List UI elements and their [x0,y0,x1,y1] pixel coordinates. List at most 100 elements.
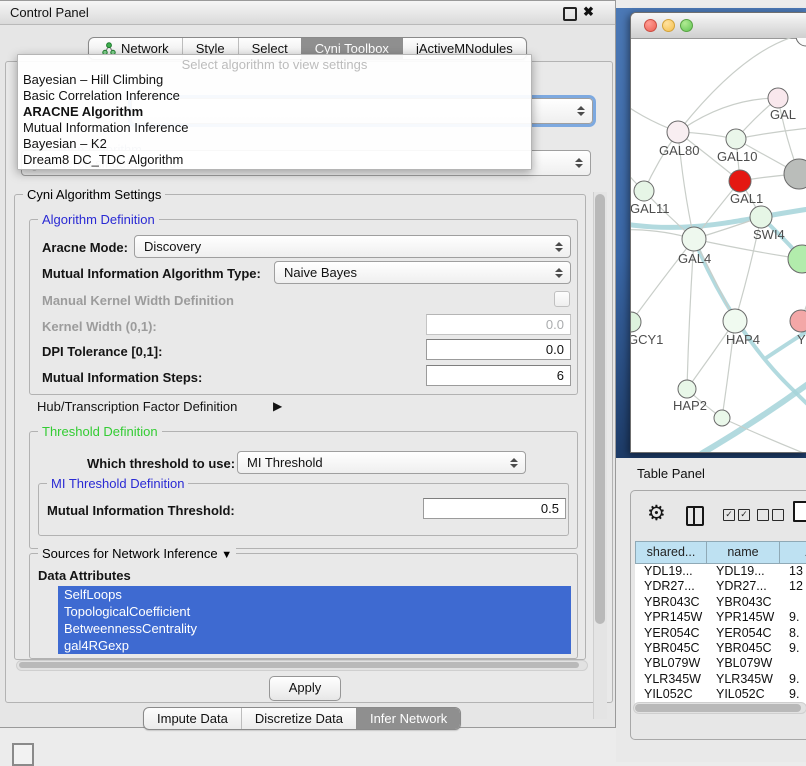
algorithm-option-aracne-algorithm[interactable]: ARACNE Algorithm [18,104,531,120]
table-cell: 9. [780,610,806,625]
dpi-tolerance-field[interactable]: 0.0 [426,339,571,360]
palette-icon[interactable] [12,743,34,766]
spinner-arrows-icon [575,158,583,168]
file-icon[interactable] [793,501,806,522]
network-node-gal11[interactable] [634,181,654,201]
zoom-traffic-light-icon[interactable] [680,19,693,32]
select-all-checkboxes-icon[interactable]: ✓✓ [723,509,750,521]
algorithm-option-dream8-dc-tdc-algorithm[interactable]: Dream8 DC_TDC Algorithm [18,152,531,168]
scrollbar-thumb[interactable] [19,662,579,668]
network-node-gal80[interactable] [667,121,689,143]
bottom-tab-infer-network[interactable]: Infer Network [356,708,460,729]
network-window-titlebar[interactable] [631,13,806,39]
network-node-hap2[interactable] [678,380,696,398]
node-label: GAL1 [730,191,763,206]
table-row[interactable]: YLR345WYLR345W9. [635,672,806,687]
network-node[interactable] [796,38,806,46]
network-view-window: GALGAL80GAL10GAL1GAL11SWI4GAL4GCY1HAP4YH… [630,12,806,453]
attribute-item-topologicalcoefficient[interactable]: TopologicalCoefficient [58,603,571,620]
table-row[interactable]: YBR045CYBR045C9. [635,641,806,656]
aracne-mode-value: Discovery [144,239,201,254]
mi-steps-field[interactable]: 6 [426,365,571,386]
close-icon[interactable]: ✖ [583,4,594,20]
settings-horizontal-scrollbar[interactable] [16,660,588,671]
attribute-item-betweennesscentrality[interactable]: BetweennessCentrality [58,620,571,637]
table-cell [780,595,806,610]
columns-icon[interactable] [686,506,704,526]
spinner-arrows-icon [577,106,585,116]
table-cell: YIL052C [635,687,707,702]
control-panel-titlebar: Control Panel ✖ [0,1,615,25]
table-row[interactable]: YDL19...YDL19...13 [635,564,806,579]
dropdown-items: Bayesian – Hill ClimbingBasic Correlatio… [18,72,531,168]
network-node-gal10[interactable] [726,129,746,149]
node-label: GAL [770,107,796,122]
table-row[interactable]: YDR27...YDR27...12 [635,579,806,594]
table-row[interactable]: YER054CYER054C8. [635,626,806,641]
network-node[interactable] [714,410,730,426]
table-row[interactable]: YPR145WYPR145W9. [635,610,806,625]
scrollbar-thumb[interactable] [635,704,801,712]
data-attributes-label: Data Attributes [38,568,131,583]
spinner-arrows-icon [555,242,563,252]
aracne-mode-combo[interactable]: Discovery [134,235,571,258]
settings-vertical-scrollbar[interactable] [593,192,607,719]
table-cell: 8. [780,626,806,641]
bottom-tab-label: Discretize Data [255,708,343,729]
bottom-tab-label: Infer Network [370,708,447,729]
mi-threshold-field[interactable]: 0.5 [423,498,566,519]
table-cell: YLR345W [707,672,780,687]
gear-icon[interactable]: ⚙ [647,503,666,524]
column-header-name[interactable]: name [707,541,780,564]
attribute-item-selfloops[interactable]: SelfLoops [58,586,571,603]
network-node-gal4[interactable] [682,227,706,251]
network-node-gal[interactable] [768,88,788,108]
algorithm-option-mutual-information-inference[interactable]: Mutual Information Inference [18,120,531,136]
attribute-item-gal4rgexp[interactable]: gal4RGexp [58,637,571,654]
column-header-shared[interactable]: shared... [635,541,707,564]
table-cell: YER054C [707,626,780,641]
bottom-tab-label: Impute Data [157,708,228,729]
deselect-all-checkboxes-icon[interactable] [757,509,784,521]
table-cell: YIL052C [707,687,780,702]
dropdown-placeholder: Select algorithm to view settings [18,57,531,72]
kernel-width-label: Kernel Width (0,1): [42,319,157,334]
which-threshold-combo[interactable]: MI Threshold [237,451,526,474]
mi-threshold-group: MI Threshold Definition Mutual Informati… [38,483,569,536]
algorithm-option-basic-correlation-inference[interactable]: Basic Correlation Inference [18,88,531,104]
mi-type-combo[interactable]: Naive Bayes [274,261,571,284]
bottom-tab-impute-data[interactable]: Impute Data [144,708,241,729]
hub-definition-label[interactable]: Hub/Transcription Factor Definition [37,399,237,414]
float-window-icon[interactable] [563,7,577,21]
network-node[interactable] [784,159,806,189]
kernel-width-field[interactable]: 0.0 [426,314,571,335]
network-node-gal1[interactable] [729,170,751,192]
close-traffic-light-icon[interactable] [644,19,657,32]
sources-group: Sources for Network Inference ▼ Data Att… [29,553,578,659]
network-node-swi4[interactable] [750,206,772,228]
group-title: Threshold Definition [38,424,162,439]
network-node-hap4[interactable] [723,309,747,333]
node-label: HAP2 [673,398,707,413]
minimize-traffic-light-icon[interactable] [662,19,675,32]
column-header-a[interactable]: A [780,541,806,564]
algorithm-option-bayesian-hill-climbing[interactable]: Bayesian – Hill Climbing [18,72,531,88]
scrollbar-thumb[interactable] [595,194,605,624]
manual-kernel-checkbox[interactable] [554,291,570,307]
algorithm-dropdown-list: Select algorithm to view settings Bayesi… [17,54,532,170]
table-horizontal-scrollbar[interactable] [633,702,806,714]
network-canvas[interactable]: GALGAL80GAL10GAL1GAL11SWI4GAL4GCY1HAP4YH… [631,38,806,453]
network-node-gcy1[interactable] [631,312,641,332]
apply-button[interactable]: Apply [269,676,341,701]
table-row[interactable]: YBL079WYBL079W [635,656,806,671]
collapse-arrow-icon[interactable]: ▼ [221,549,232,561]
node-label: GAL4 [678,251,711,266]
bottom-tab-discretize-data[interactable]: Discretize Data [241,708,356,729]
which-threshold-label: Which threshold to use: [87,456,235,471]
table-row[interactable]: YIL052CYIL052C9. [635,687,806,702]
algorithm-option-bayesian-k2[interactable]: Bayesian – K2 [18,136,531,152]
table-row[interactable]: YBR043CYBR043C [635,595,806,610]
aracne-mode-label: Aracne Mode: [42,240,128,255]
network-node-y[interactable] [790,310,806,332]
expand-arrow-icon[interactable]: ▶ [273,399,282,413]
